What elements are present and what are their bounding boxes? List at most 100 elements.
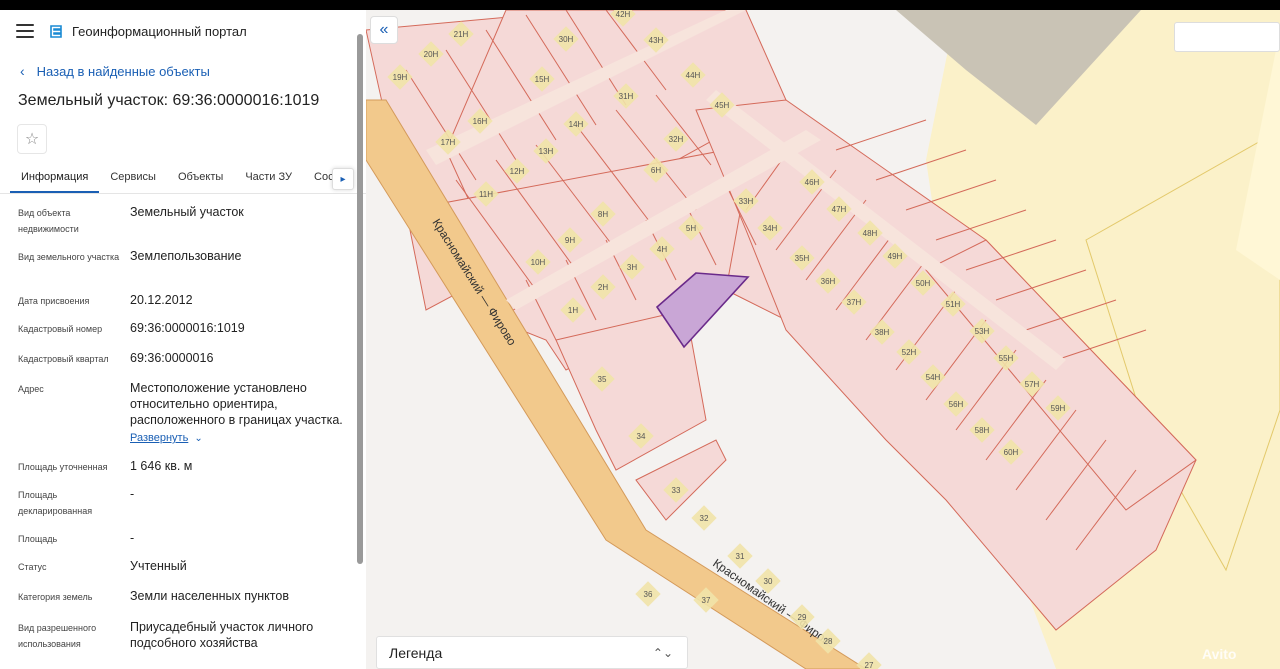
parcel-label: 20Н bbox=[418, 41, 444, 67]
parcel-label: 14Н bbox=[563, 111, 589, 137]
parcel-label: 36Н bbox=[815, 268, 841, 294]
prop-row: Вид земельного участка Землепользование bbox=[0, 248, 366, 292]
menu-icon[interactable] bbox=[16, 24, 34, 38]
app-title: Геоинформационный портал bbox=[72, 23, 247, 39]
parcel-label: 60Н bbox=[998, 439, 1024, 465]
parcel-number: 29 bbox=[798, 613, 807, 622]
parcel-number: 45Н bbox=[715, 101, 730, 110]
expand-address-link[interactable]: Развернуть ⌄ bbox=[130, 430, 203, 447]
address-text: Местоположение установлено относительно … bbox=[130, 381, 343, 427]
parcel-label: 46Н bbox=[799, 169, 825, 195]
parcel-number: 50Н bbox=[916, 279, 931, 288]
chevron-down-icon: ⌄ bbox=[194, 433, 203, 444]
double-chevron-left-icon: « bbox=[379, 21, 389, 38]
tab-objects[interactable]: Объекты bbox=[167, 162, 234, 193]
prop-label: Вид земельного участка bbox=[18, 252, 120, 262]
parcel-label: 16Н bbox=[467, 108, 493, 134]
tabs-scroll-right-button[interactable]: ▸ bbox=[332, 168, 354, 190]
parcel-label: 36 bbox=[635, 581, 661, 607]
parcel-label: 2Н bbox=[590, 274, 616, 300]
parcel-label: 1Н bbox=[560, 297, 586, 323]
parcel-number: 14Н bbox=[569, 120, 584, 129]
prop-label: Вид разрешенного использования bbox=[18, 623, 97, 649]
parcel-number: 53Н bbox=[975, 327, 990, 336]
prop-value: - bbox=[130, 487, 135, 501]
parcel-number: 38Н bbox=[875, 328, 890, 337]
prop-row: Категория земель Земли населенных пункто… bbox=[0, 588, 366, 619]
parcel-label: 48Н bbox=[857, 220, 883, 246]
parcel-label: 5Н bbox=[678, 215, 704, 241]
prop-value: Земельный участок bbox=[130, 205, 244, 219]
prop-value: Земли населенных пунктов bbox=[130, 589, 289, 603]
prop-label: Кадастровый квартал bbox=[18, 354, 109, 364]
parcel-number: 30 bbox=[764, 577, 773, 586]
parcel-label: 37Н bbox=[841, 289, 867, 315]
parcel-number: 4Н bbox=[657, 245, 667, 254]
parcel-label: 47Н bbox=[826, 196, 852, 222]
sort-arrows-icon: ⌃⌄ bbox=[652, 645, 673, 660]
parcel-number: 30Н bbox=[559, 35, 574, 44]
star-icon: ☆ bbox=[24, 131, 40, 148]
favorite-button[interactable]: ☆ bbox=[17, 124, 47, 154]
parcel-number: 3Н bbox=[627, 263, 637, 272]
parcel-label: 28 bbox=[815, 628, 841, 654]
prop-value: 69:36:0000016:1019 bbox=[130, 321, 245, 335]
parcel-number: 9Н bbox=[565, 236, 575, 245]
parcel-label: 9Н bbox=[557, 227, 583, 253]
parcel-number: 16Н bbox=[473, 117, 488, 126]
parcel-number: 6Н bbox=[651, 166, 661, 175]
parcel-label: 38Н bbox=[869, 319, 895, 345]
parcel-label: 3Н bbox=[619, 254, 645, 280]
parcel-number: 28 bbox=[824, 637, 833, 646]
prop-value: Учтенный bbox=[130, 559, 187, 573]
prop-value: Приусадебный участок личного подсобного … bbox=[130, 620, 314, 650]
tab-services[interactable]: Сервисы bbox=[99, 162, 167, 193]
parcel-label: 6Н bbox=[643, 157, 669, 183]
prop-row: Площадь - bbox=[0, 530, 366, 558]
prop-label: Категория земель bbox=[18, 592, 93, 602]
parcel-label: 42Н bbox=[610, 10, 636, 27]
prop-label: Кадастровый номер bbox=[18, 324, 103, 334]
watermark: Avito bbox=[1202, 646, 1237, 662]
parcel-label: 55Н bbox=[993, 345, 1019, 371]
panel-scrollbar[interactable] bbox=[357, 34, 363, 564]
parcel-label: 33 bbox=[663, 477, 689, 503]
back-link[interactable]: ‹ Назад в найденные объекты bbox=[0, 56, 366, 86]
prop-row: Площадь уточненная 1 646 кв. м bbox=[0, 458, 366, 486]
back-link-label: Назад в найденные объекты bbox=[36, 63, 210, 79]
prop-label: Дата присвоения bbox=[18, 296, 90, 306]
parcel-number: 35 bbox=[598, 375, 607, 384]
parcel-label: 49Н bbox=[882, 243, 908, 269]
parcel-label: 56Н bbox=[943, 391, 969, 417]
parcel-label: 52Н bbox=[896, 339, 922, 365]
parcel-number: 10Н bbox=[531, 258, 546, 267]
parcel-number: 55Н bbox=[999, 354, 1014, 363]
prop-label: Площадь декларированная bbox=[18, 490, 93, 516]
parcel-number: 21Н bbox=[454, 30, 469, 39]
collapse-panel-button[interactable]: « bbox=[370, 16, 398, 44]
parcel-number: 36 bbox=[644, 590, 653, 599]
parcel-label: 12Н bbox=[504, 158, 530, 184]
parcel-number: 1Н bbox=[568, 306, 578, 315]
parcel-label: 13Н bbox=[533, 138, 559, 164]
parcel-number: 2Н bbox=[598, 283, 608, 292]
legend-dropdown[interactable]: Легенда ⌃⌄ bbox=[376, 636, 688, 669]
legend-label: Легенда bbox=[389, 644, 443, 661]
parcel-number: 51Н bbox=[946, 300, 961, 309]
parcel-label: 44Н bbox=[680, 62, 706, 88]
parcel-number: 52Н bbox=[902, 348, 917, 357]
parcel-number: 34Н bbox=[763, 224, 778, 233]
prop-label: Статус bbox=[18, 562, 47, 572]
prop-row: Кадастровый квартал 69:36:0000016 bbox=[0, 350, 366, 380]
prop-value: - bbox=[130, 531, 135, 545]
parcel-number: 8Н bbox=[598, 210, 608, 219]
tab-information[interactable]: Информация bbox=[10, 162, 100, 193]
prop-label: Адрес bbox=[18, 384, 44, 394]
prop-label: Вид объекта недвижимости bbox=[18, 208, 79, 234]
parcel-number: 54Н bbox=[926, 373, 941, 382]
parcel-number: 37Н bbox=[847, 298, 862, 307]
parcel-label: 8Н bbox=[590, 201, 616, 227]
cadastral-map[interactable]: Красномайский — Фирово Красномайский — Ф… bbox=[366, 10, 1280, 669]
map-search-input[interactable] bbox=[1174, 22, 1280, 52]
tab-parts[interactable]: Части ЗУ bbox=[234, 162, 303, 193]
